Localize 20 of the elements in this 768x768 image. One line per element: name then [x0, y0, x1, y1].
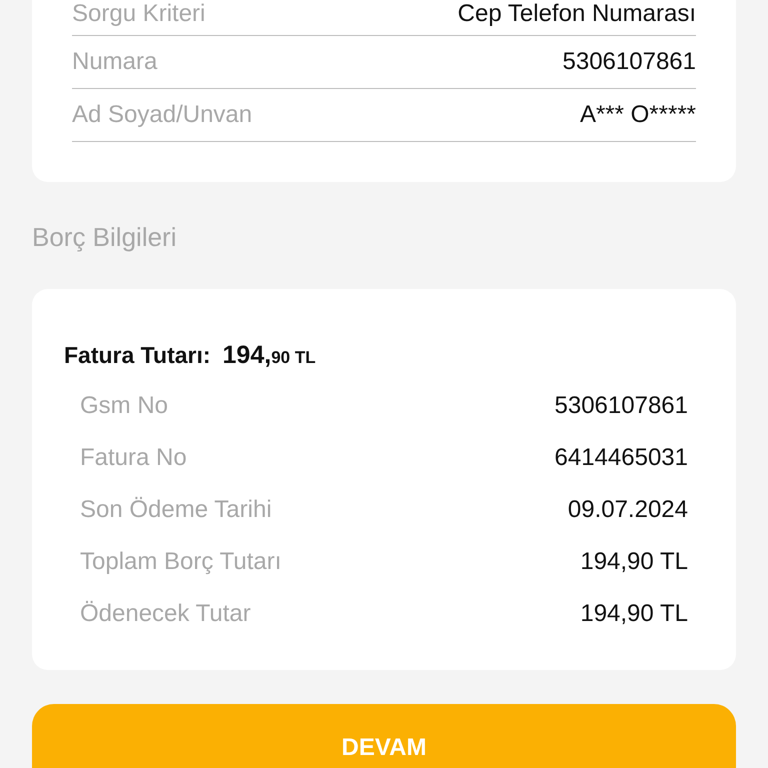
field-value: A*** O***** [580, 101, 696, 129]
field-value: 5306107861 [554, 392, 688, 420]
field-value: 194,90 TL [580, 548, 688, 576]
field-label: Fatura No [80, 444, 187, 472]
field-value: 6414465031 [554, 444, 688, 472]
field-value: 194,90 TL [580, 600, 688, 628]
field-value: 5306107861 [562, 48, 696, 76]
field-label: Numara [72, 48, 158, 76]
amount-value: 194,90 TL [222, 341, 316, 370]
field-value: 09.07.2024 [568, 496, 688, 524]
section-title: Borç Bilgileri [32, 222, 178, 253]
amount-label: Fatura Tutarı: [64, 342, 211, 369]
field-label: Toplam Borç Tutarı [80, 548, 282, 576]
field-label: Gsm No [80, 392, 168, 420]
field-label: Son Ödeme Tarihi [80, 496, 272, 524]
field-label: Sorgu Kriteri [72, 0, 206, 28]
field-label: Ödenecek Tutar [80, 600, 251, 628]
field-label: Ad Soyad/Unvan [72, 101, 252, 129]
continue-button[interactable]: DEVAM [32, 704, 736, 768]
field-value: Cep Telefon Numarası [458, 0, 696, 28]
